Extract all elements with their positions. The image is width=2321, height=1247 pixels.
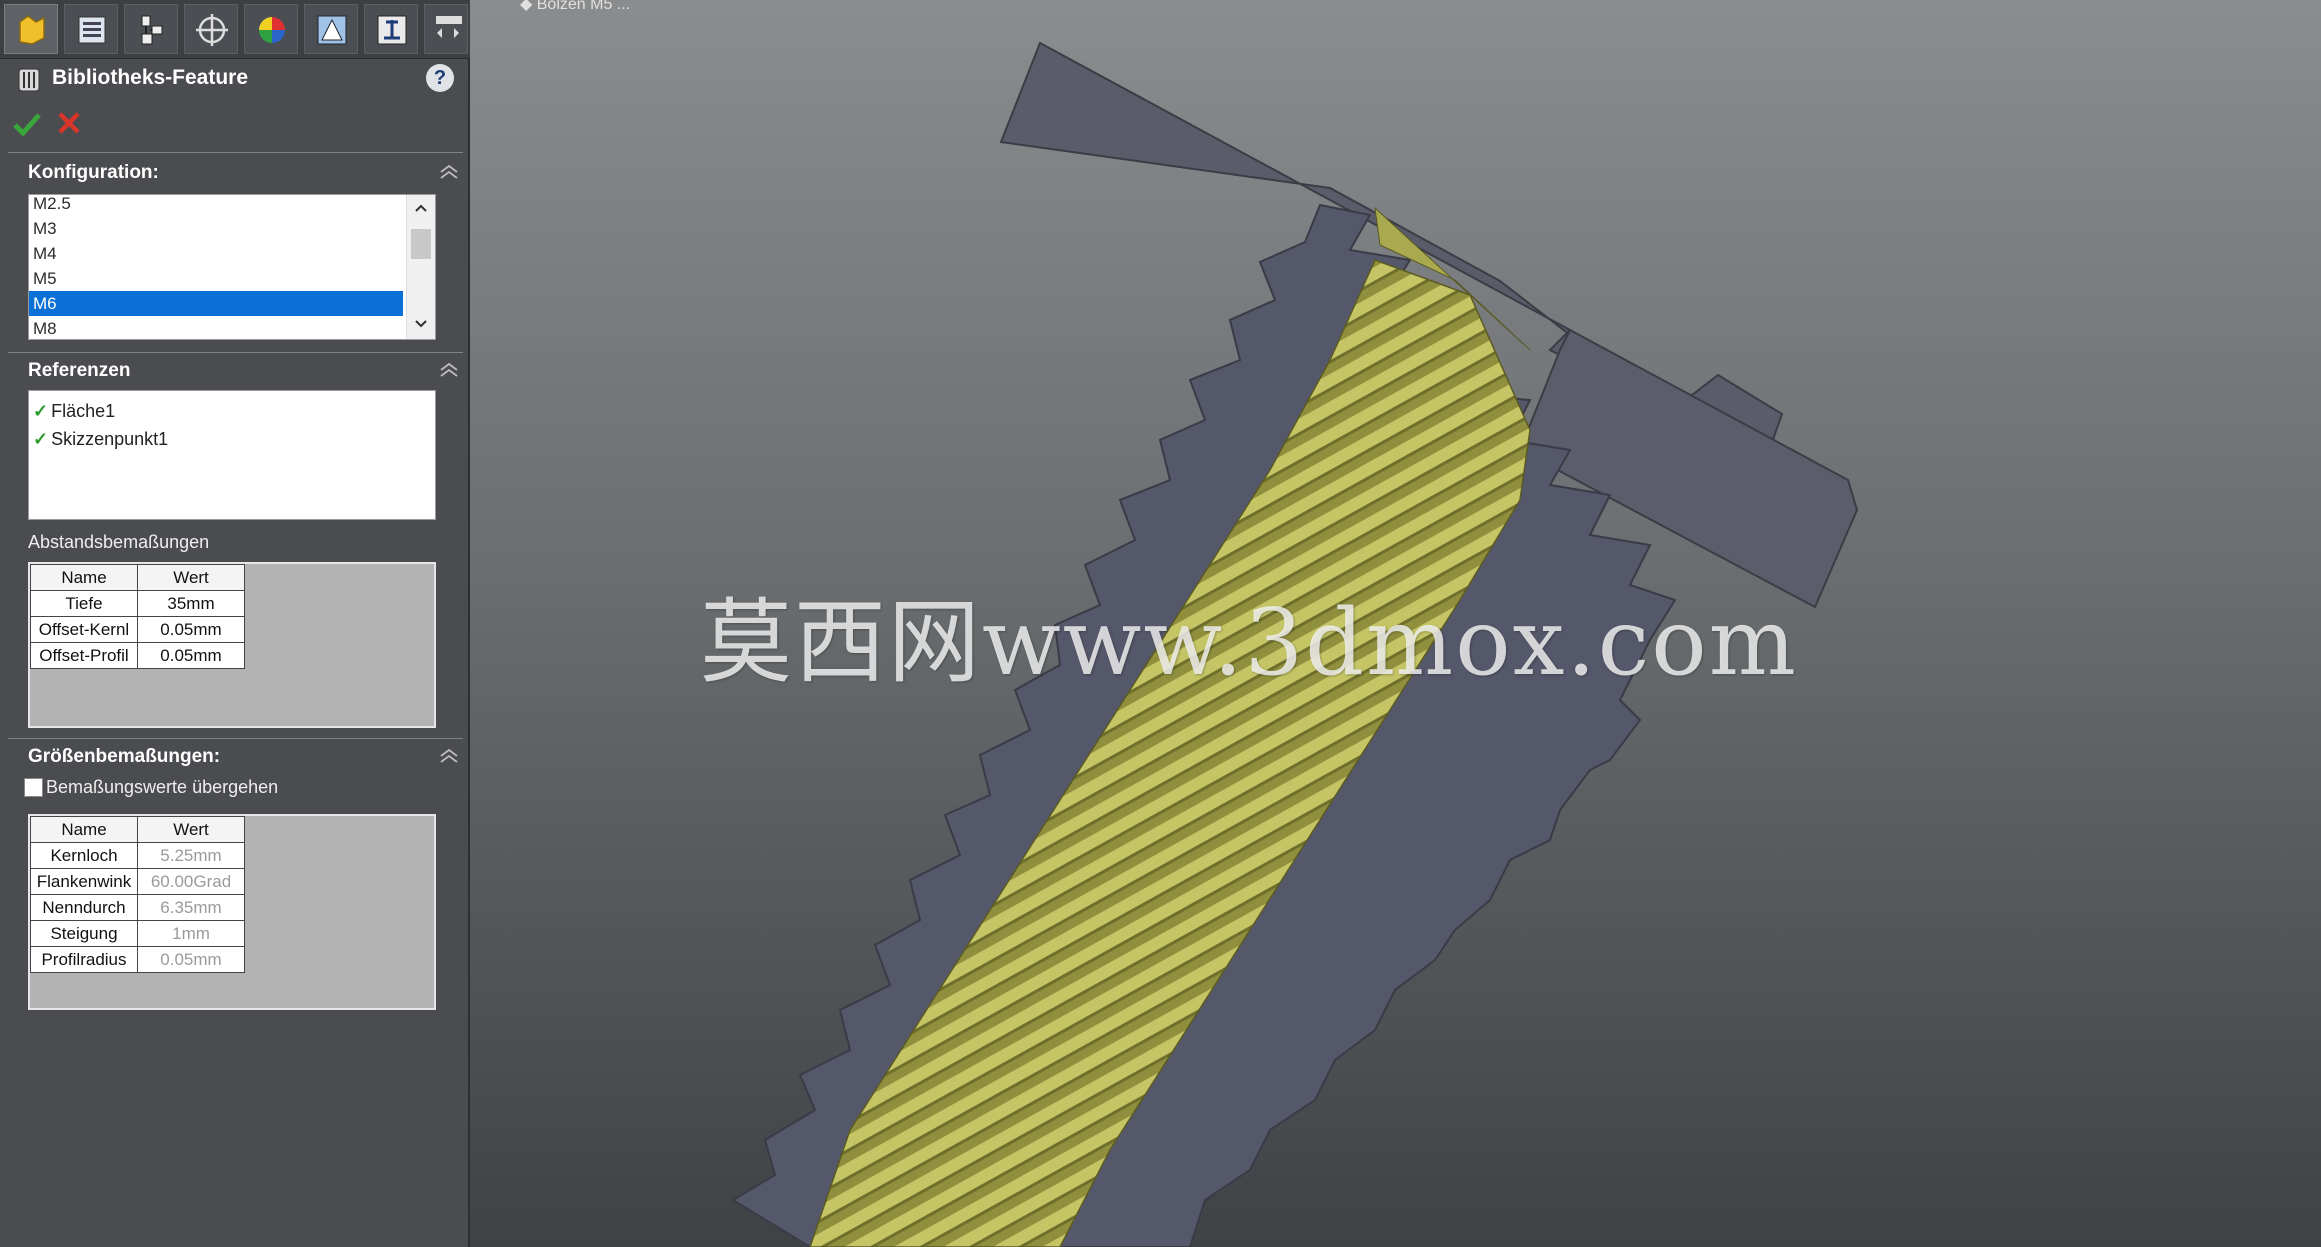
- dimension-name: Flankenwink: [30, 868, 138, 895]
- dimension-name: Profilradius: [30, 946, 138, 973]
- dimension-value: 6.35mm: [137, 894, 245, 921]
- dimension-name: Kernloch: [30, 842, 138, 869]
- check-icon: ✓: [33, 401, 49, 421]
- configuration-icon: [141, 15, 163, 45]
- config-item-m6[interactable]: M6: [29, 291, 403, 316]
- override-values-label[interactable]: Bemaßungswerte übergehen: [46, 777, 278, 798]
- tab-cam[interactable]: [364, 4, 418, 54]
- property-manager-icon: [19, 15, 45, 45]
- table-row: Flankenwink 60.00Grad: [30, 868, 245, 895]
- dimension-value: 60.00Grad: [137, 868, 245, 895]
- cancel-x-icon[interactable]: [56, 110, 82, 136]
- distance-dimensions-table-area: Name Wert Tiefe 35mm Offset-Kernl 0.05mm…: [28, 562, 436, 728]
- config-item-m4[interactable]: M4: [29, 241, 403, 266]
- dimension-name: Nenndurch: [30, 894, 138, 921]
- tab-configuration-manager[interactable]: [124, 4, 178, 54]
- document-tab[interactable]: ◆ Bolzen M5 ...: [520, 0, 630, 14]
- dimension-name: Offset-Kernl: [30, 616, 138, 643]
- config-scrollbar[interactable]: [406, 195, 435, 339]
- appearance-ball-icon: [259, 17, 285, 43]
- help-button[interactable]: ?: [426, 64, 454, 92]
- watermark: 莫西网www.3dmox.com: [700, 589, 1798, 696]
- table-row[interactable]: Tiefe 35mm: [30, 590, 245, 617]
- collapse-chevron-icon[interactable]: [438, 746, 460, 764]
- list-icon: [78, 16, 106, 44]
- collapse-chevron-icon[interactable]: [438, 162, 460, 180]
- table-row[interactable]: Offset-Kernl 0.05mm: [30, 616, 245, 643]
- config-item-m8[interactable]: M8: [29, 316, 403, 339]
- dimension-name: Steigung: [30, 920, 138, 947]
- referenzen-title: Referenzen: [28, 360, 131, 381]
- divider: [8, 738, 463, 739]
- config-item-m3[interactable]: M3: [29, 216, 403, 241]
- tab-dimxpert[interactable]: [184, 4, 238, 54]
- configuration-list[interactable]: M2.5 M3 M4 M5 M6 M8: [28, 194, 436, 340]
- size-dimensions-table: Name Wert Kernloch 5.25mm Flankenwink 60…: [30, 816, 245, 973]
- tab-appearances[interactable]: [244, 4, 298, 54]
- table-row: Profilradius 0.05mm: [30, 946, 245, 973]
- konfiguration-title: Konfiguration:: [28, 162, 159, 183]
- manager-tab-bar: [0, 0, 470, 59]
- property-manager-panel: Bibliotheks-Feature ? Konfiguration: M2.…: [0, 0, 470, 1247]
- column-header-name: Name: [30, 564, 138, 591]
- dimension-value[interactable]: 0.05mm: [137, 642, 245, 669]
- dimension-name: Offset-Profil: [30, 642, 138, 669]
- dimension-value: 5.25mm: [137, 842, 245, 869]
- panel-title: Bibliotheks-Feature: [52, 66, 249, 89]
- dimension-value[interactable]: 0.05mm: [137, 616, 245, 643]
- check-icon: ✓: [33, 429, 49, 449]
- crosshair-icon: [196, 14, 228, 46]
- divider: [8, 152, 463, 153]
- reference-item[interactable]: ✓ Skizzenpunkt1: [29, 425, 435, 453]
- divider: [8, 352, 463, 353]
- display-manager-icon: [317, 15, 347, 45]
- tab-scroll-arrows-icon: [436, 16, 462, 38]
- collapse-chevron-icon[interactable]: [438, 360, 460, 378]
- column-header-value: Wert: [137, 816, 245, 843]
- config-item-m2-5[interactable]: M2.5: [29, 195, 403, 216]
- scroll-thumb[interactable]: [411, 229, 431, 259]
- dimension-value: 1mm: [137, 920, 245, 947]
- table-row[interactable]: Offset-Profil 0.05mm: [30, 642, 245, 669]
- table-row: Kernloch 5.25mm: [30, 842, 245, 869]
- library-feature-icon: [18, 68, 40, 92]
- override-values-checkbox[interactable]: [24, 778, 43, 797]
- distance-dimensions-table: Name Wert Tiefe 35mm Offset-Kernl 0.05mm…: [30, 564, 245, 669]
- table-row: Nenndurch 6.35mm: [30, 894, 245, 921]
- dimension-name: Tiefe: [30, 590, 138, 617]
- scroll-down-icon[interactable]: [414, 319, 428, 329]
- config-item-m5[interactable]: M5: [29, 266, 403, 291]
- dimension-value[interactable]: 35mm: [137, 590, 245, 617]
- dimension-value: 0.05mm: [137, 946, 245, 973]
- tab-feature-manager[interactable]: [4, 4, 58, 54]
- size-dimensions-table-area: Name Wert Kernloch 5.25mm Flankenwink 60…: [28, 814, 436, 1010]
- column-header-value: Wert: [137, 564, 245, 591]
- camera-icon: [377, 15, 407, 45]
- ok-check-icon[interactable]: [12, 110, 42, 138]
- scroll-up-icon[interactable]: [414, 203, 428, 213]
- groessen-title: Größenbemaßungen:: [28, 746, 221, 767]
- tab-scroll[interactable]: [424, 4, 468, 54]
- tab-property-manager[interactable]: [64, 4, 118, 54]
- column-header-name: Name: [30, 816, 138, 843]
- references-list[interactable]: ✓ Fläche1 ✓ Skizzenpunkt1: [28, 390, 436, 520]
- reference-label: Skizzenpunkt1: [51, 429, 169, 449]
- reference-item[interactable]: ✓ Fläche1: [29, 397, 435, 425]
- reference-label: Fläche1: [51, 401, 116, 421]
- table-row: Steigung 1mm: [30, 920, 245, 947]
- abstand-title: Abstandsbemaßungen: [28, 532, 210, 552]
- tab-display-manager[interactable]: [304, 4, 358, 54]
